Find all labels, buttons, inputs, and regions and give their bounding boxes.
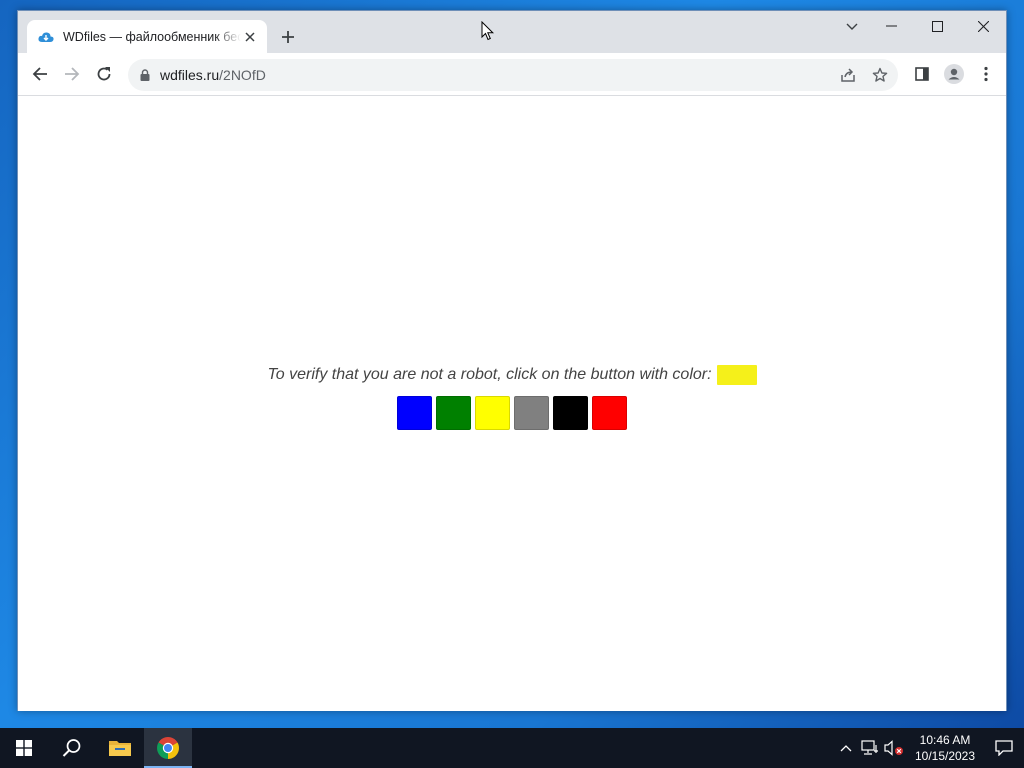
browser-toolbar: wdfiles.ru/2NOfD [18, 53, 1006, 96]
minimize-icon [885, 25, 897, 27]
plus-icon [282, 31, 294, 43]
search-button[interactable] [48, 728, 96, 768]
chevron-up-icon [840, 745, 852, 752]
arrow-right-icon [65, 67, 80, 81]
network-button[interactable] [858, 728, 882, 768]
tab-strip: WDfiles — файлообменник бесплатный [18, 11, 1006, 53]
maximize-button[interactable] [914, 11, 960, 41]
clock-date: 10/15/2023 [914, 749, 976, 763]
color-button-black[interactable] [553, 396, 588, 430]
reload-icon [97, 67, 111, 81]
captcha-prompt: To verify that you are not a robot, clic… [267, 365, 757, 385]
notifications-button[interactable] [984, 728, 1024, 768]
share-button[interactable] [832, 61, 864, 89]
chrome-icon [157, 737, 179, 759]
folder-icon [109, 741, 131, 756]
back-button[interactable] [26, 60, 54, 88]
color-button-blue[interactable] [397, 396, 432, 430]
maximize-icon [931, 20, 943, 32]
windows-logo-icon [16, 740, 32, 756]
bookmark-button[interactable] [864, 61, 896, 89]
minimize-button[interactable] [868, 11, 914, 41]
taskbar: 10:46 AM 10/15/2023 [0, 728, 1024, 768]
volume-button[interactable] [882, 728, 906, 768]
system-tray: 10:46 AM 10/15/2023 [834, 728, 1024, 768]
cloud-favicon-icon [38, 29, 54, 45]
browser-window: WDfiles — файлообменник бесплатный [17, 10, 1007, 711]
reload-button[interactable] [90, 60, 118, 88]
mouse-cursor-icon [481, 21, 495, 41]
captcha-widget: To verify that you are not a robot, clic… [18, 365, 1006, 430]
clock[interactable]: 10:46 AM 10/15/2023 [906, 732, 984, 764]
clock-time: 10:46 AM [919, 733, 971, 747]
omnibox-actions [832, 61, 896, 89]
profile-button[interactable] [940, 60, 968, 88]
tab-close-icon[interactable] [241, 28, 259, 46]
arrow-left-icon [32, 67, 47, 81]
close-window-button[interactable] [960, 11, 1006, 41]
chevron-down-icon [846, 23, 858, 30]
color-button-gray[interactable] [514, 396, 549, 430]
url-text: wdfiles.ru/2NOfD [160, 67, 266, 83]
file-explorer-button[interactable] [96, 728, 144, 768]
show-hidden-icons-button[interactable] [834, 728, 858, 768]
share-icon [841, 68, 855, 82]
tab-title: WDfiles — файлообменник бесплатный [63, 29, 241, 44]
captcha-prompt-text: To verify that you are not a robot, clic… [267, 366, 712, 383]
color-button-row [18, 396, 1006, 430]
volume-muted-icon [884, 740, 903, 756]
search-icon [62, 739, 81, 757]
color-button-yellow[interactable] [475, 396, 510, 430]
notification-icon [995, 740, 1013, 756]
start-button[interactable] [0, 728, 48, 768]
network-icon [861, 740, 878, 755]
menu-button[interactable] [972, 60, 1000, 88]
forward-button[interactable] [58, 60, 86, 88]
chrome-taskbar-button[interactable] [144, 728, 192, 768]
close-icon [977, 20, 989, 32]
color-button-green[interactable] [436, 396, 471, 430]
window-controls [868, 11, 1006, 41]
tab-wdfiles[interactable]: WDfiles — файлообменник бесплатный [27, 20, 267, 53]
color-button-red[interactable] [592, 396, 627, 430]
new-tab-button[interactable] [276, 25, 300, 49]
star-icon [872, 67, 888, 82]
page-content: To verify that you are not a robot, clic… [18, 97, 1006, 711]
target-color-swatch [716, 365, 757, 385]
side-panel-icon [915, 67, 929, 81]
toolbar-right [908, 60, 1000, 88]
side-panel-button[interactable] [908, 60, 936, 88]
url-path: /2NOfD [219, 67, 266, 83]
profile-icon [944, 64, 964, 84]
address-bar[interactable]: wdfiles.ru/2NOfD [128, 59, 898, 91]
kebab-menu-icon [984, 66, 988, 82]
url-host: wdfiles.ru [160, 67, 220, 83]
tab-search-button[interactable] [838, 15, 866, 39]
lock-icon [140, 69, 150, 81]
